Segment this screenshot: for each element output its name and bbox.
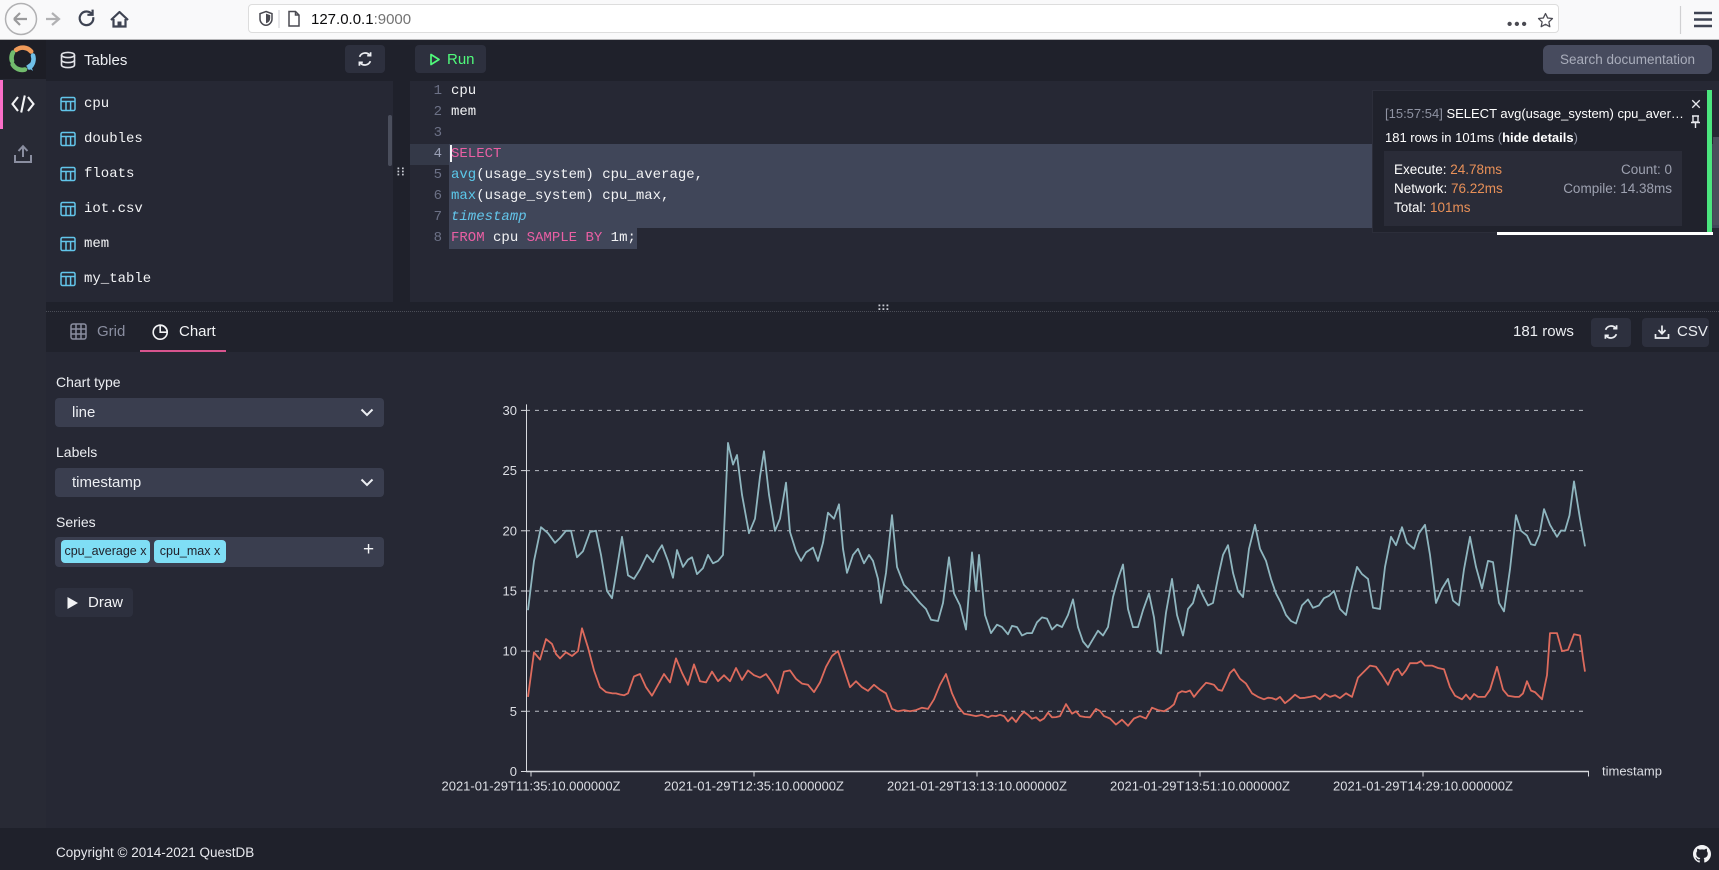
svg-text:timestamp: timestamp [1602, 764, 1662, 779]
svg-text:15: 15 [503, 584, 517, 599]
svg-text:2021-01-29T14:29:10.000000Z: 2021-01-29T14:29:10.000000Z [1333, 779, 1513, 794]
svg-text:30: 30 [503, 403, 517, 418]
svg-text:2021-01-29T13:13:10.000000Z: 2021-01-29T13:13:10.000000Z [887, 779, 1067, 794]
svg-text:20: 20 [503, 523, 517, 538]
svg-text:5: 5 [510, 704, 517, 719]
svg-text:2021-01-29T12:35:10.000000Z: 2021-01-29T12:35:10.000000Z [664, 779, 844, 794]
svg-text:10: 10 [503, 644, 517, 659]
svg-text:0: 0 [510, 764, 517, 779]
svg-text:2021-01-29T13:51:10.000000Z: 2021-01-29T13:51:10.000000Z [1110, 779, 1290, 794]
svg-text:25: 25 [503, 463, 517, 478]
svg-text:2021-01-29T11:35:10.000000Z: 2021-01-29T11:35:10.000000Z [441, 779, 620, 794]
